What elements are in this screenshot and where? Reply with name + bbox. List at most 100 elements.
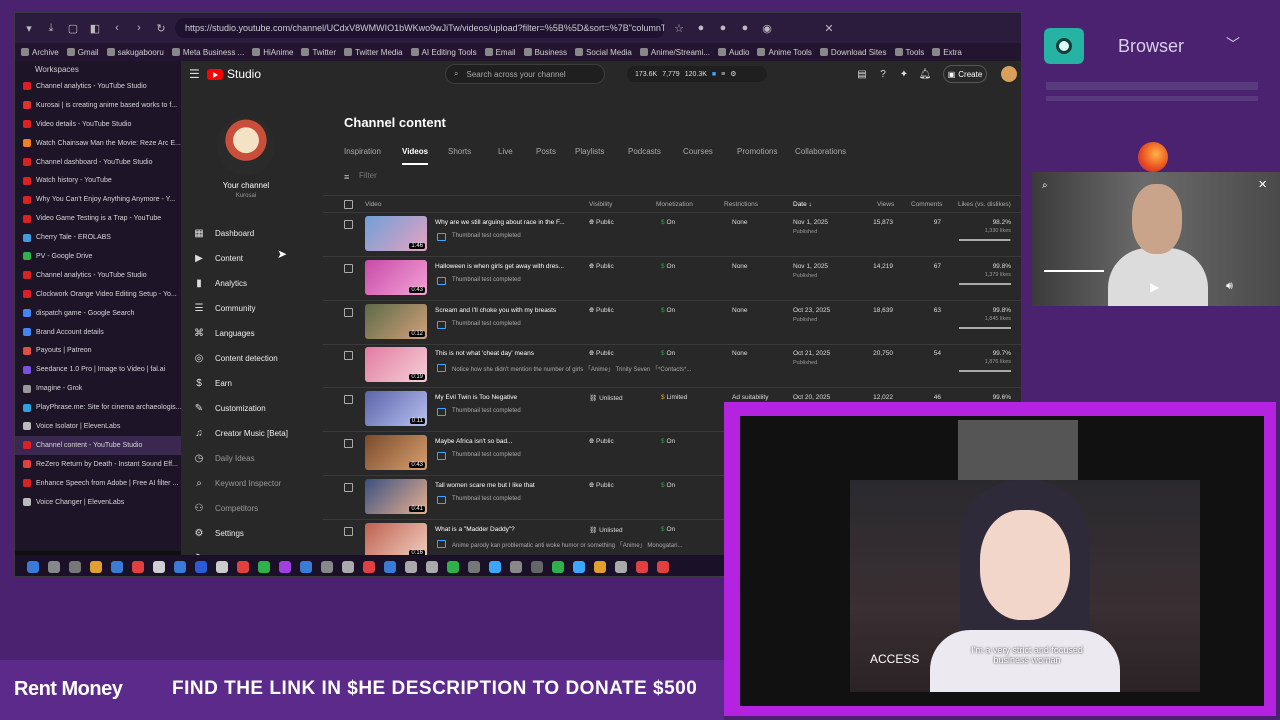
bookmark-item[interactable]: Meta Business ... (171, 48, 244, 57)
row-checkbox[interactable] (344, 395, 353, 405)
browser-tab[interactable]: Imagine - Grok (15, 379, 181, 398)
browser-tab[interactable]: Enhance Speech from Adobe | Free AI filt… (15, 474, 181, 493)
video-title[interactable]: This is not what 'cheat day' means (435, 350, 569, 357)
taskbar-app-icon[interactable] (594, 560, 606, 573)
taskbar-app-icon[interactable] (552, 560, 564, 573)
account-avatar[interactable] (1001, 66, 1017, 82)
col-likes[interactable]: Likes (vs. dislikes) (958, 201, 1011, 208)
visibility-value[interactable]: ⛓ Unlisted (589, 394, 623, 402)
tabs-icon[interactable]: ▢ (65, 20, 81, 36)
sparkle-icon[interactable]: ✦ (898, 68, 910, 80)
tab-videos[interactable]: Videos (402, 147, 428, 156)
row-checkbox[interactable] (344, 263, 353, 273)
stats-extension-widget[interactable]: 173.6K 7,779 120.3K ■ ≡ ⚙ (627, 66, 767, 82)
table-row[interactable]: 0:19 This is not what 'cheat day' means No… (323, 344, 1021, 389)
bookmark-item[interactable]: Business (523, 48, 567, 57)
tab-collaborations[interactable]: Collaborations (795, 147, 846, 156)
bookmark-item[interactable]: Tools (894, 48, 924, 57)
bookmark-item[interactable]: Gmail (66, 48, 99, 57)
zoom-icon[interactable]: ⌕ (1042, 180, 1048, 191)
video-thumbnail[interactable]: 0:43 (365, 259, 427, 295)
browser-tab[interactable]: Payouts | Patreon (15, 341, 181, 360)
browser-tab[interactable]: Channel content - YouTube Studio (15, 435, 181, 455)
nav-item-content[interactable]: ▶ Content (191, 246, 319, 271)
extension-icon[interactable]: ● (693, 20, 709, 36)
tab-live[interactable]: Live (498, 147, 513, 156)
tab-inspiration[interactable]: Inspiration (344, 147, 381, 156)
nav-item-competitors[interactable]: ⚇ Competitors (191, 496, 319, 521)
bookmark-item[interactable]: Twitter (301, 48, 336, 57)
filter-input[interactable]: Filter (359, 171, 377, 180)
taskbar-app-icon[interactable] (69, 560, 81, 573)
monetization-value[interactable]: $ On (661, 219, 675, 226)
channel-search-input[interactable]: ⌕ Search across your channel (445, 64, 605, 84)
taskbar-app-icon[interactable] (216, 560, 228, 573)
tab-courses[interactable]: Courses (683, 147, 713, 156)
taskbar-app-icon[interactable] (657, 560, 669, 573)
reload-icon[interactable]: ↻ (153, 20, 169, 36)
bookmark-item[interactable]: Social Media (575, 48, 632, 57)
nav-item-daily-ideas[interactable]: ◷ Daily Ideas (191, 446, 319, 471)
browser-tab[interactable]: Why You Can't Enjoy Anything Anymore - Y… (15, 190, 181, 209)
nav-item-earn[interactable]: $ Earn (191, 371, 319, 396)
play-icon[interactable]: ▶ (1150, 280, 1159, 294)
col-monetization[interactable]: Monetization (656, 201, 693, 208)
browser-menu-icon[interactable]: ▾ (21, 20, 37, 36)
browser-tab[interactable]: Channel analytics - YouTube Studio (15, 266, 181, 285)
select-all-checkbox[interactable] (344, 200, 353, 209)
bookmark-item[interactable]: Anime/Streami... (639, 48, 710, 57)
close-icon[interactable]: ✕ (821, 20, 837, 36)
taskbar-app-icon[interactable] (321, 560, 333, 573)
monetization-value[interactable]: $ Limited (661, 394, 687, 401)
captions-icon[interactable]: ▤ (856, 68, 868, 80)
close-icon[interactable]: ✕ (1258, 178, 1267, 191)
nav-item-creator-music-beta[interactable]: ♫ Creator Music [Beta] (191, 421, 319, 446)
volume-icon[interactable]: 🔊︎ (1226, 280, 1233, 293)
taskbar-app-icon[interactable] (258, 560, 270, 573)
taskbar-app-icon[interactable] (531, 560, 543, 573)
bookmark-item[interactable]: Archive (21, 48, 59, 57)
bookmark-item[interactable]: Twitter Media (344, 48, 403, 57)
bookmark-item[interactable]: Audio (718, 48, 749, 57)
taskbar-app-icon[interactable] (510, 560, 522, 573)
tab-playlists[interactable]: Playlists (575, 147, 604, 156)
table-row[interactable]: 1:46 Why are we still arguing about race … (323, 213, 1021, 257)
browser-tab[interactable]: Watch Chainsaw Man the Movie: Reze Arc E… (15, 134, 181, 153)
taskbar-app-icon[interactable] (405, 560, 417, 573)
help-icon[interactable]: ? (877, 68, 889, 80)
col-views[interactable]: Views (877, 201, 894, 208)
col-restrictions[interactable]: Restrictions (724, 201, 758, 208)
notifications-icon[interactable]: 🔔︎ (919, 68, 932, 80)
taskbar-app-icon[interactable] (195, 560, 207, 573)
browser-tab[interactable]: Channel dashboard - YouTube Studio (15, 153, 181, 172)
video-title[interactable]: Scream and I'll choke you with my breast… (435, 307, 569, 314)
video-thumbnail[interactable]: 0:11 (365, 391, 427, 427)
visibility-value[interactable]: 🌐︎ Public (589, 263, 614, 271)
nav-item-community[interactable]: ☰ Community (191, 296, 319, 321)
video-title[interactable]: Maybe Africa isn't so bad... (435, 438, 569, 445)
taskbar-app-icon[interactable] (342, 560, 354, 573)
bookmark-item[interactable]: AI Editing Tools (410, 48, 477, 57)
bookmark-icon[interactable]: ☆ (671, 20, 687, 36)
row-checkbox[interactable] (344, 307, 353, 317)
extension-icon[interactable]: ● (737, 20, 753, 36)
browser-tab[interactable]: ReZero Return by Death - Instant Sound E… (15, 455, 181, 474)
browser-tab[interactable]: Brand Account details (15, 323, 181, 342)
browser-tab[interactable]: Watch history - YouTube (15, 171, 181, 190)
monetization-value[interactable]: $ On (661, 307, 675, 314)
video-title[interactable]: Halloween is when girls get away with dr… (435, 263, 569, 270)
browser-tab[interactable]: Kurosai | is creating anime based works … (15, 96, 181, 115)
video-title[interactable]: Why are we still arguing about race in t… (435, 219, 569, 226)
taskbar-app-icon[interactable] (153, 560, 165, 573)
browser-tab[interactable]: Seedance 1.0 Pro | Image to Video | fal.… (15, 360, 181, 379)
taskbar-app-icon[interactable] (279, 560, 291, 573)
url-field[interactable]: https://studio.youtube.com/channel/UCdxV… (175, 18, 665, 38)
browser-tab[interactable]: PV - Google Drive (15, 247, 181, 266)
video-thumbnail[interactable]: 1:46 (365, 216, 427, 251)
bookmark-item[interactable]: Email (484, 48, 516, 57)
table-row[interactable]: 0:12 Scream and I'll choke you with my br… (323, 301, 1021, 345)
row-checkbox[interactable] (344, 526, 353, 536)
video-thumbnail[interactable]: 0:19 (365, 347, 427, 383)
video-title[interactable]: My Evil Twin is Too Negative (435, 394, 569, 401)
bookmark-item[interactable]: HiAnime (252, 48, 293, 57)
